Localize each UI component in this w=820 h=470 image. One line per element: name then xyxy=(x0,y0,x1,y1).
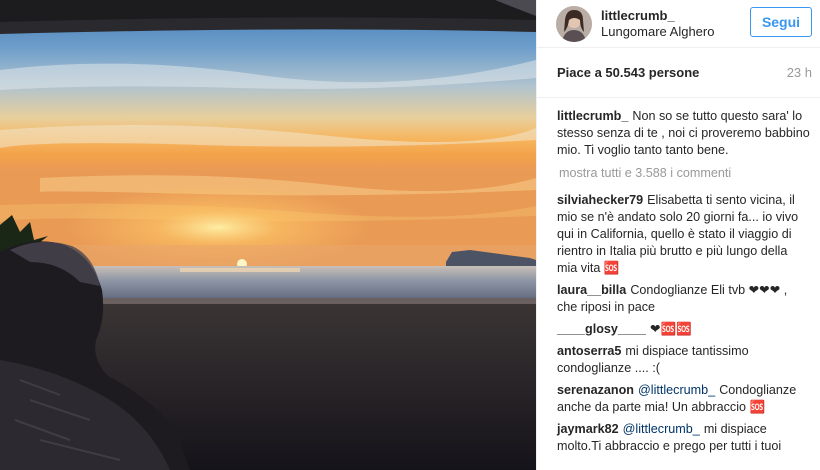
list-item: jaymark82 @littlecrumb_ mi dispiace molto.… xyxy=(557,421,810,455)
comment-mention-link[interactable]: @littlecrumb_ xyxy=(623,422,700,436)
list-item: ____glosy____ ❤🆘🆘 xyxy=(557,321,810,338)
follow-button[interactable]: Segui xyxy=(750,7,812,37)
comment-mention-link[interactable]: @littlecrumb_ xyxy=(638,383,715,397)
user-block: littlecrumb_ Lungomare Alghero xyxy=(601,8,714,40)
list-item: serenazanon @littlecrumb_ Condoglianze anc… xyxy=(557,382,810,416)
avatar-image xyxy=(556,5,592,42)
post-view: littlecrumb_ Lungomare Alghero Segui Pia… xyxy=(0,0,820,470)
comment-text: ❤🆘🆘 xyxy=(649,322,692,336)
comment-author-link[interactable]: laura__billa xyxy=(557,283,626,297)
post-caption: littlecrumb_ Non so se tutto questo sara'… xyxy=(557,108,810,159)
post-header: littlecrumb_ Lungomare Alghero Segui xyxy=(537,0,820,48)
post-timestamp[interactable]: 23 h xyxy=(787,65,812,80)
sunset-photo-image xyxy=(0,0,536,470)
list-item: antoserra5 mi dispiace tantissimo condogl… xyxy=(557,343,810,377)
likes-count[interactable]: Piace a 50.543 persone xyxy=(557,65,699,80)
location-link[interactable]: Lungomare Alghero xyxy=(601,24,714,40)
post-meta: Piace a 50.543 persone 23 h xyxy=(537,48,820,98)
load-more-comments-link[interactable]: mostra tutti e 3.588 i commenti xyxy=(559,165,810,182)
comment-author-link[interactable]: silviahecker79 xyxy=(557,193,643,207)
caption-author-link[interactable]: littlecrumb_ xyxy=(557,109,628,123)
avatar[interactable] xyxy=(556,5,592,42)
list-item: laura__billa Condoglianze Eli tvb ❤❤❤ , c… xyxy=(557,282,810,316)
comment-author-link[interactable]: ____glosy____ xyxy=(557,322,646,336)
comment-author-link[interactable]: jaymark82 xyxy=(557,422,619,436)
comment-author-link[interactable]: antoserra5 xyxy=(557,344,621,358)
username-link[interactable]: littlecrumb_ xyxy=(601,8,714,24)
post-photo[interactable] xyxy=(0,0,536,470)
post-side-panel: littlecrumb_ Lungomare Alghero Segui Pia… xyxy=(536,0,820,470)
comment-author-link[interactable]: serenazanon xyxy=(557,383,634,397)
comments-list: littlecrumb_ Non so se tutto questo sara'… xyxy=(537,98,820,455)
list-item: silviahecker79 Elisabetta ti sento vicina… xyxy=(557,192,810,277)
